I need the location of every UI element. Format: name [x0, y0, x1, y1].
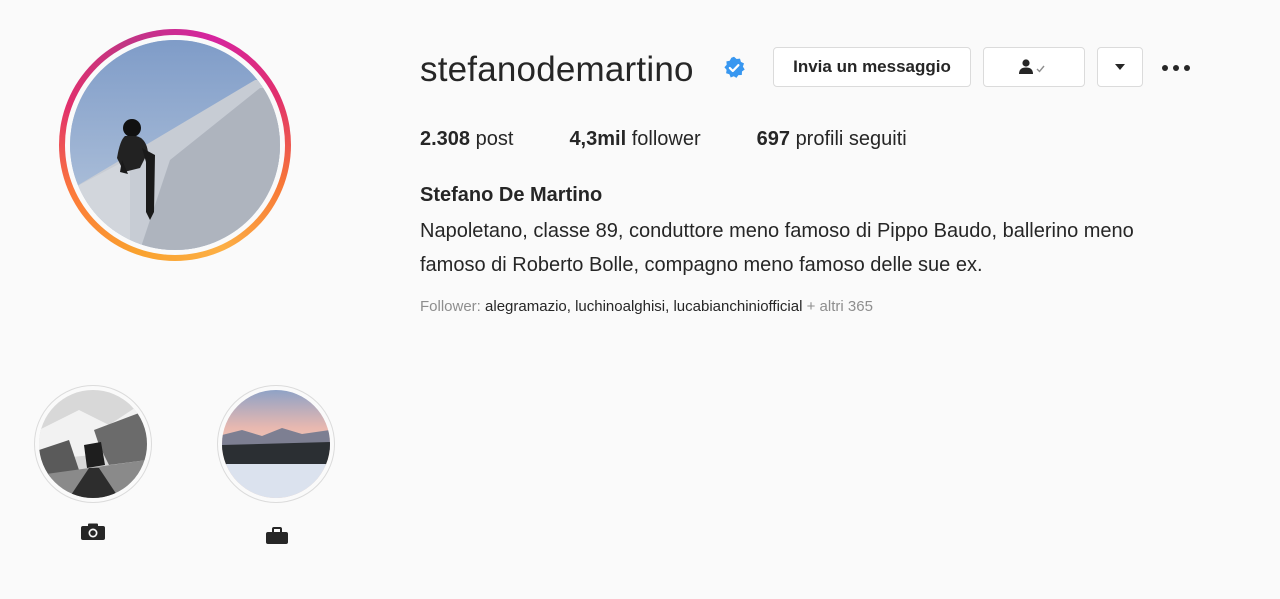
highlight-cover-photo	[222, 390, 330, 498]
profile-avatar-story-ring[interactable]	[59, 29, 291, 261]
avatar[interactable]	[70, 40, 280, 250]
highlight-cover	[39, 390, 147, 498]
bio-line: famoso di Roberto Bolle, compagno meno f…	[420, 254, 983, 276]
highlight-cover-photo	[39, 390, 147, 498]
followers-label: follower	[631, 128, 701, 150]
person-check-icon	[1019, 59, 1045, 74]
bio-line: Napoletano, classe 89, conduttore meno f…	[420, 220, 1134, 242]
highlight-label-camera	[73, 520, 113, 544]
username: stefanodemartino	[420, 50, 694, 89]
posts-label: post	[475, 128, 514, 150]
followed-by-suffix: + altri 365	[806, 298, 873, 315]
following-value: 697	[756, 128, 790, 150]
followed-by-link[interactable]: Follower: alegramazio, luchinoalghisi, l…	[420, 297, 873, 317]
caret-down-icon	[1115, 64, 1125, 70]
followers-value: 4,3mil	[569, 128, 627, 150]
suggestions-dropdown-button[interactable]	[1097, 47, 1143, 87]
followed-by-prefix: Follower:	[420, 298, 481, 315]
highlight-camera[interactable]	[34, 385, 152, 503]
briefcase-icon	[266, 527, 288, 544]
full-name: Stefano De Martino	[420, 184, 603, 206]
following-label: profili seguiti	[795, 128, 907, 150]
followers-link[interactable]: 4,3mil follower	[569, 125, 700, 153]
highlight-label-briefcase	[257, 524, 297, 548]
avatar-gap	[65, 35, 285, 255]
profile-stats: 2.308 post 4,3mil follower 697 profili s…	[420, 125, 963, 153]
more-dots-icon[interactable]	[1162, 62, 1194, 74]
posts-value: 2.308	[420, 128, 471, 150]
followed-by-names: alegramazio, luchinoalghisi, lucabianchi…	[485, 298, 803, 315]
highlight-cover	[222, 390, 330, 498]
verified-badge-icon	[724, 56, 745, 78]
bio: Napoletano, classe 89, conduttore meno f…	[420, 214, 1240, 282]
highlight-briefcase[interactable]	[217, 385, 335, 503]
posts-count: 2.308 post	[420, 125, 513, 153]
avatar-photo	[70, 40, 280, 250]
following-button[interactable]	[983, 47, 1085, 87]
following-link[interactable]: 697 profili seguiti	[757, 125, 907, 153]
camera-icon	[81, 523, 105, 540]
send-message-button[interactable]: Invia un messaggio	[773, 47, 971, 87]
